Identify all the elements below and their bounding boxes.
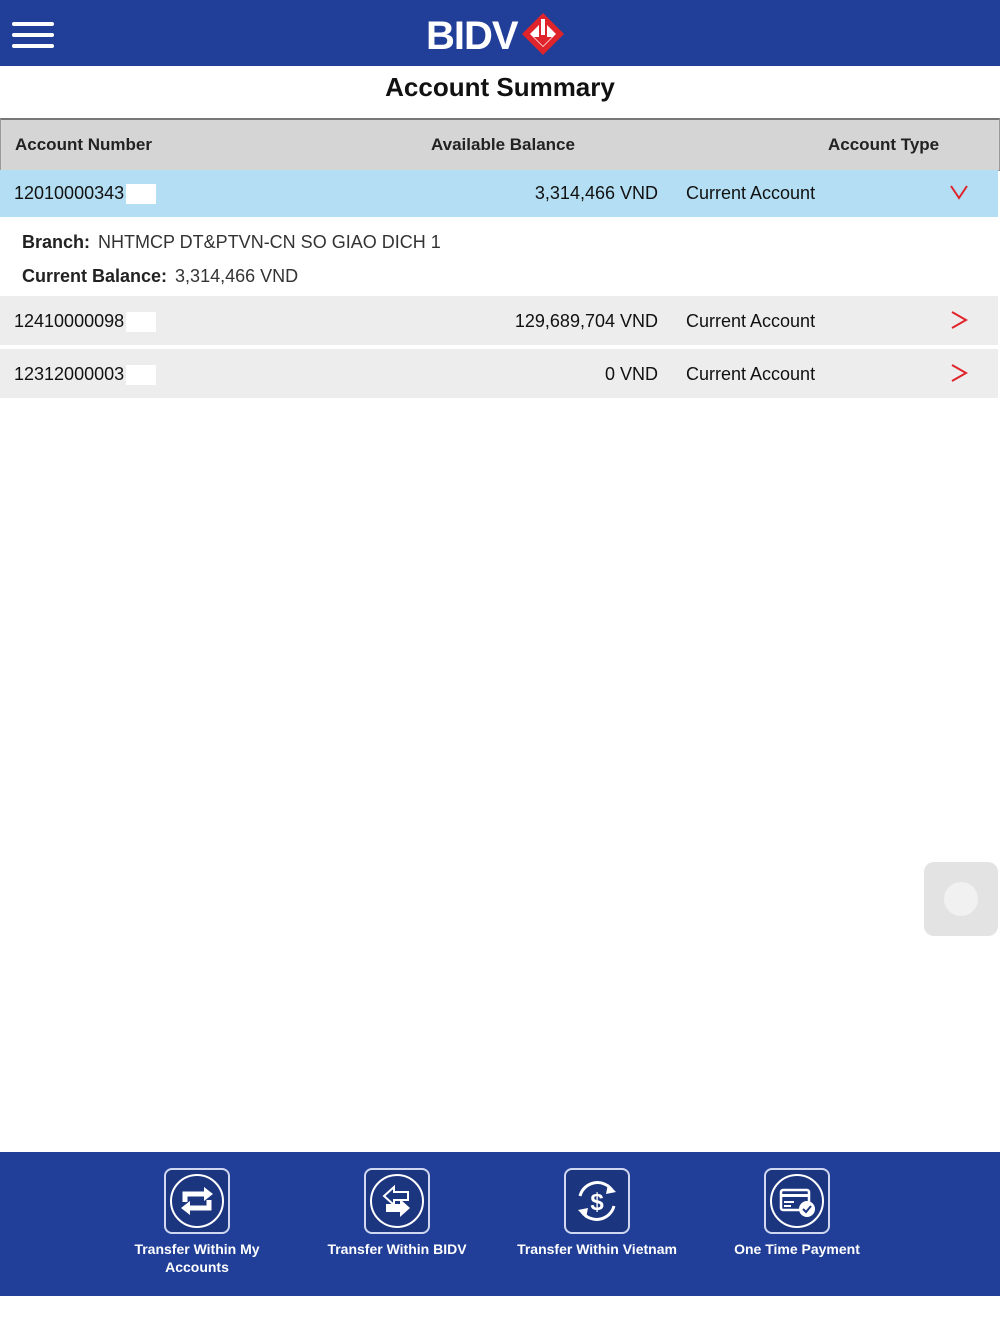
- one-time-payment-button[interactable]: One Time Payment: [702, 1168, 892, 1258]
- table-row[interactable]: 12010000343 3,314,466 VND Current Accoun…: [0, 170, 998, 217]
- chevron-down-icon[interactable]: [948, 181, 970, 203]
- branch-label: Branch:: [22, 232, 91, 252]
- action-label: Transfer Within Vietnam: [517, 1241, 677, 1257]
- transfer-within-my-accounts-button[interactable]: Transfer Within My Accounts: [102, 1168, 292, 1276]
- account-number: 12010000343: [14, 183, 125, 203]
- hamburger-menu-icon[interactable]: [12, 22, 54, 48]
- chevron-right-icon[interactable]: [948, 362, 970, 384]
- column-header-account-number: Account Number: [15, 135, 152, 154]
- available-balance-cell: 129,689,704 VND: [514, 311, 658, 331]
- icon-frame: [164, 1168, 230, 1234]
- branch-line: Branch: NHTMCP DT&PTVN-CN SO GIAO DICH 1: [22, 232, 441, 253]
- icon-frame: [764, 1168, 830, 1234]
- top-bar: BIDV: [0, 0, 1000, 66]
- account-number: 12312000003: [14, 364, 125, 384]
- action-label: One Time Payment: [734, 1241, 860, 1257]
- action-label: Transfer Within BIDV: [327, 1241, 467, 1257]
- assistive-touch-dot: [944, 882, 978, 916]
- available-balance-cell: 0 VND: [604, 364, 658, 384]
- account-type-cell: Current Account: [686, 311, 816, 331]
- action-label: Transfer Within My Accounts: [134, 1241, 260, 1275]
- transfer-within-bidv-button[interactable]: Transfer Within BIDV: [302, 1168, 492, 1258]
- transfer-within-bidv-icon: [370, 1174, 424, 1228]
- available-balance-cell: 3,314,466 VND: [534, 183, 658, 203]
- account-detail-panel: Branch: NHTMCP DT&PTVN-CN SO GIAO DICH 1 …: [0, 218, 998, 294]
- icon-frame: [364, 1168, 430, 1234]
- account-number-cell: 12010000343: [14, 183, 157, 205]
- current-balance-value: 3,314,466 VND: [175, 266, 299, 286]
- transfer-vietnam-dollar-icon: $: [578, 1181, 616, 1221]
- bottom-action-bar: Transfer Within My Accounts Transfer Wit…: [0, 1152, 1000, 1296]
- table-header: Account Number Available Balance Account…: [0, 118, 1000, 171]
- masked-digits: [126, 365, 157, 386]
- masked-digits: [126, 184, 157, 205]
- bidv-diamond-icon: [521, 13, 564, 55]
- column-header-account-type: Account Type: [828, 135, 940, 154]
- account-number-cell: 12312000003: [14, 364, 157, 386]
- branch-value: NHTMCP DT&PTVN-CN SO GIAO DICH 1: [98, 232, 441, 252]
- current-balance-line: Current Balance: 3,314,466 VND: [22, 266, 298, 287]
- table-row[interactable]: 12312000003 0 VND Current Account: [0, 349, 998, 398]
- masked-digits: [126, 312, 157, 333]
- bidv-logo: BIDV: [426, 13, 566, 58]
- account-number-cell: 12410000098: [14, 311, 157, 333]
- account-type-cell: Current Account: [686, 364, 816, 384]
- table-row[interactable]: 12410000098 129,689,704 VND Current Acco…: [0, 296, 998, 345]
- account-number: 12410000098: [14, 311, 125, 331]
- svg-text:$: $: [590, 1189, 604, 1216]
- account-type-cell: Current Account: [686, 183, 816, 203]
- assistive-touch-button[interactable]: [924, 862, 998, 936]
- current-balance-label: Current Balance:: [22, 266, 168, 286]
- chevron-right-icon[interactable]: [948, 309, 970, 331]
- icon-frame: $: [564, 1168, 630, 1234]
- column-header-available-balance: Available Balance: [431, 135, 575, 154]
- transfer-within-vietnam-button[interactable]: $ Transfer Within Vietnam: [502, 1168, 692, 1258]
- transfer-own-accounts-icon: [170, 1174, 224, 1228]
- logo-text: BIDV: [426, 14, 519, 58]
- page-title: Account Summary: [385, 72, 615, 102]
- one-time-payment-card-icon: [770, 1174, 824, 1228]
